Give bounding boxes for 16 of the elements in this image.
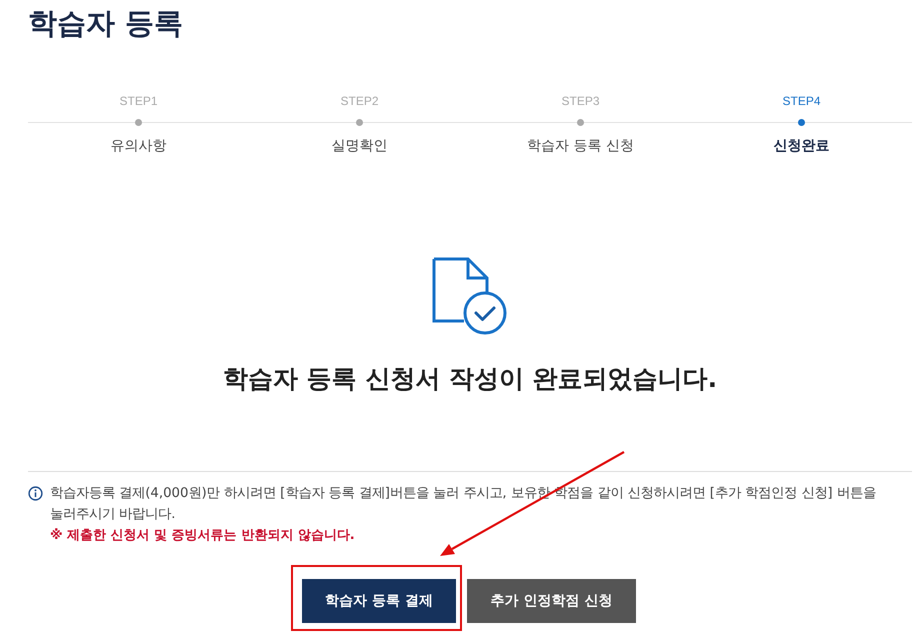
payment-button[interactable]: 학습자 등록 결제: [302, 579, 456, 623]
apply-button[interactable]: 추가 인정학점 신청: [467, 579, 636, 623]
document-check-icon: [432, 257, 508, 335]
warning-text: ※ 제출한 신청서 및 증빙서류는 반환되지 않습니다.: [50, 527, 356, 545]
step-label: STEP3: [561, 94, 600, 108]
page-title: 학습자 등록: [28, 5, 184, 42]
info-icon: [28, 486, 43, 501]
notice-text: 학습자등록 결제(4,000원)만 하시려면 [학습자 등록 결제]버튼을 눌러 주시고, 보유한 학점을 같이 신청하시려면 [추가 학점인정 신청] 버튼을 눌러주시기 바랍니다.: [50, 485, 877, 524]
step-name: 학습자 등록 신청: [527, 137, 634, 156]
completion-message: 학습자 등록 신청서 작성이 완료되었습니다.: [222, 364, 718, 394]
step-label: STEP4: [782, 94, 820, 108]
step-label: STEP2: [340, 94, 378, 108]
step-label: STEP1: [119, 94, 158, 108]
step-name: 유의사항: [110, 137, 166, 156]
step-name: 신청완료: [774, 137, 830, 156]
step-name: 실명확인: [332, 137, 388, 156]
